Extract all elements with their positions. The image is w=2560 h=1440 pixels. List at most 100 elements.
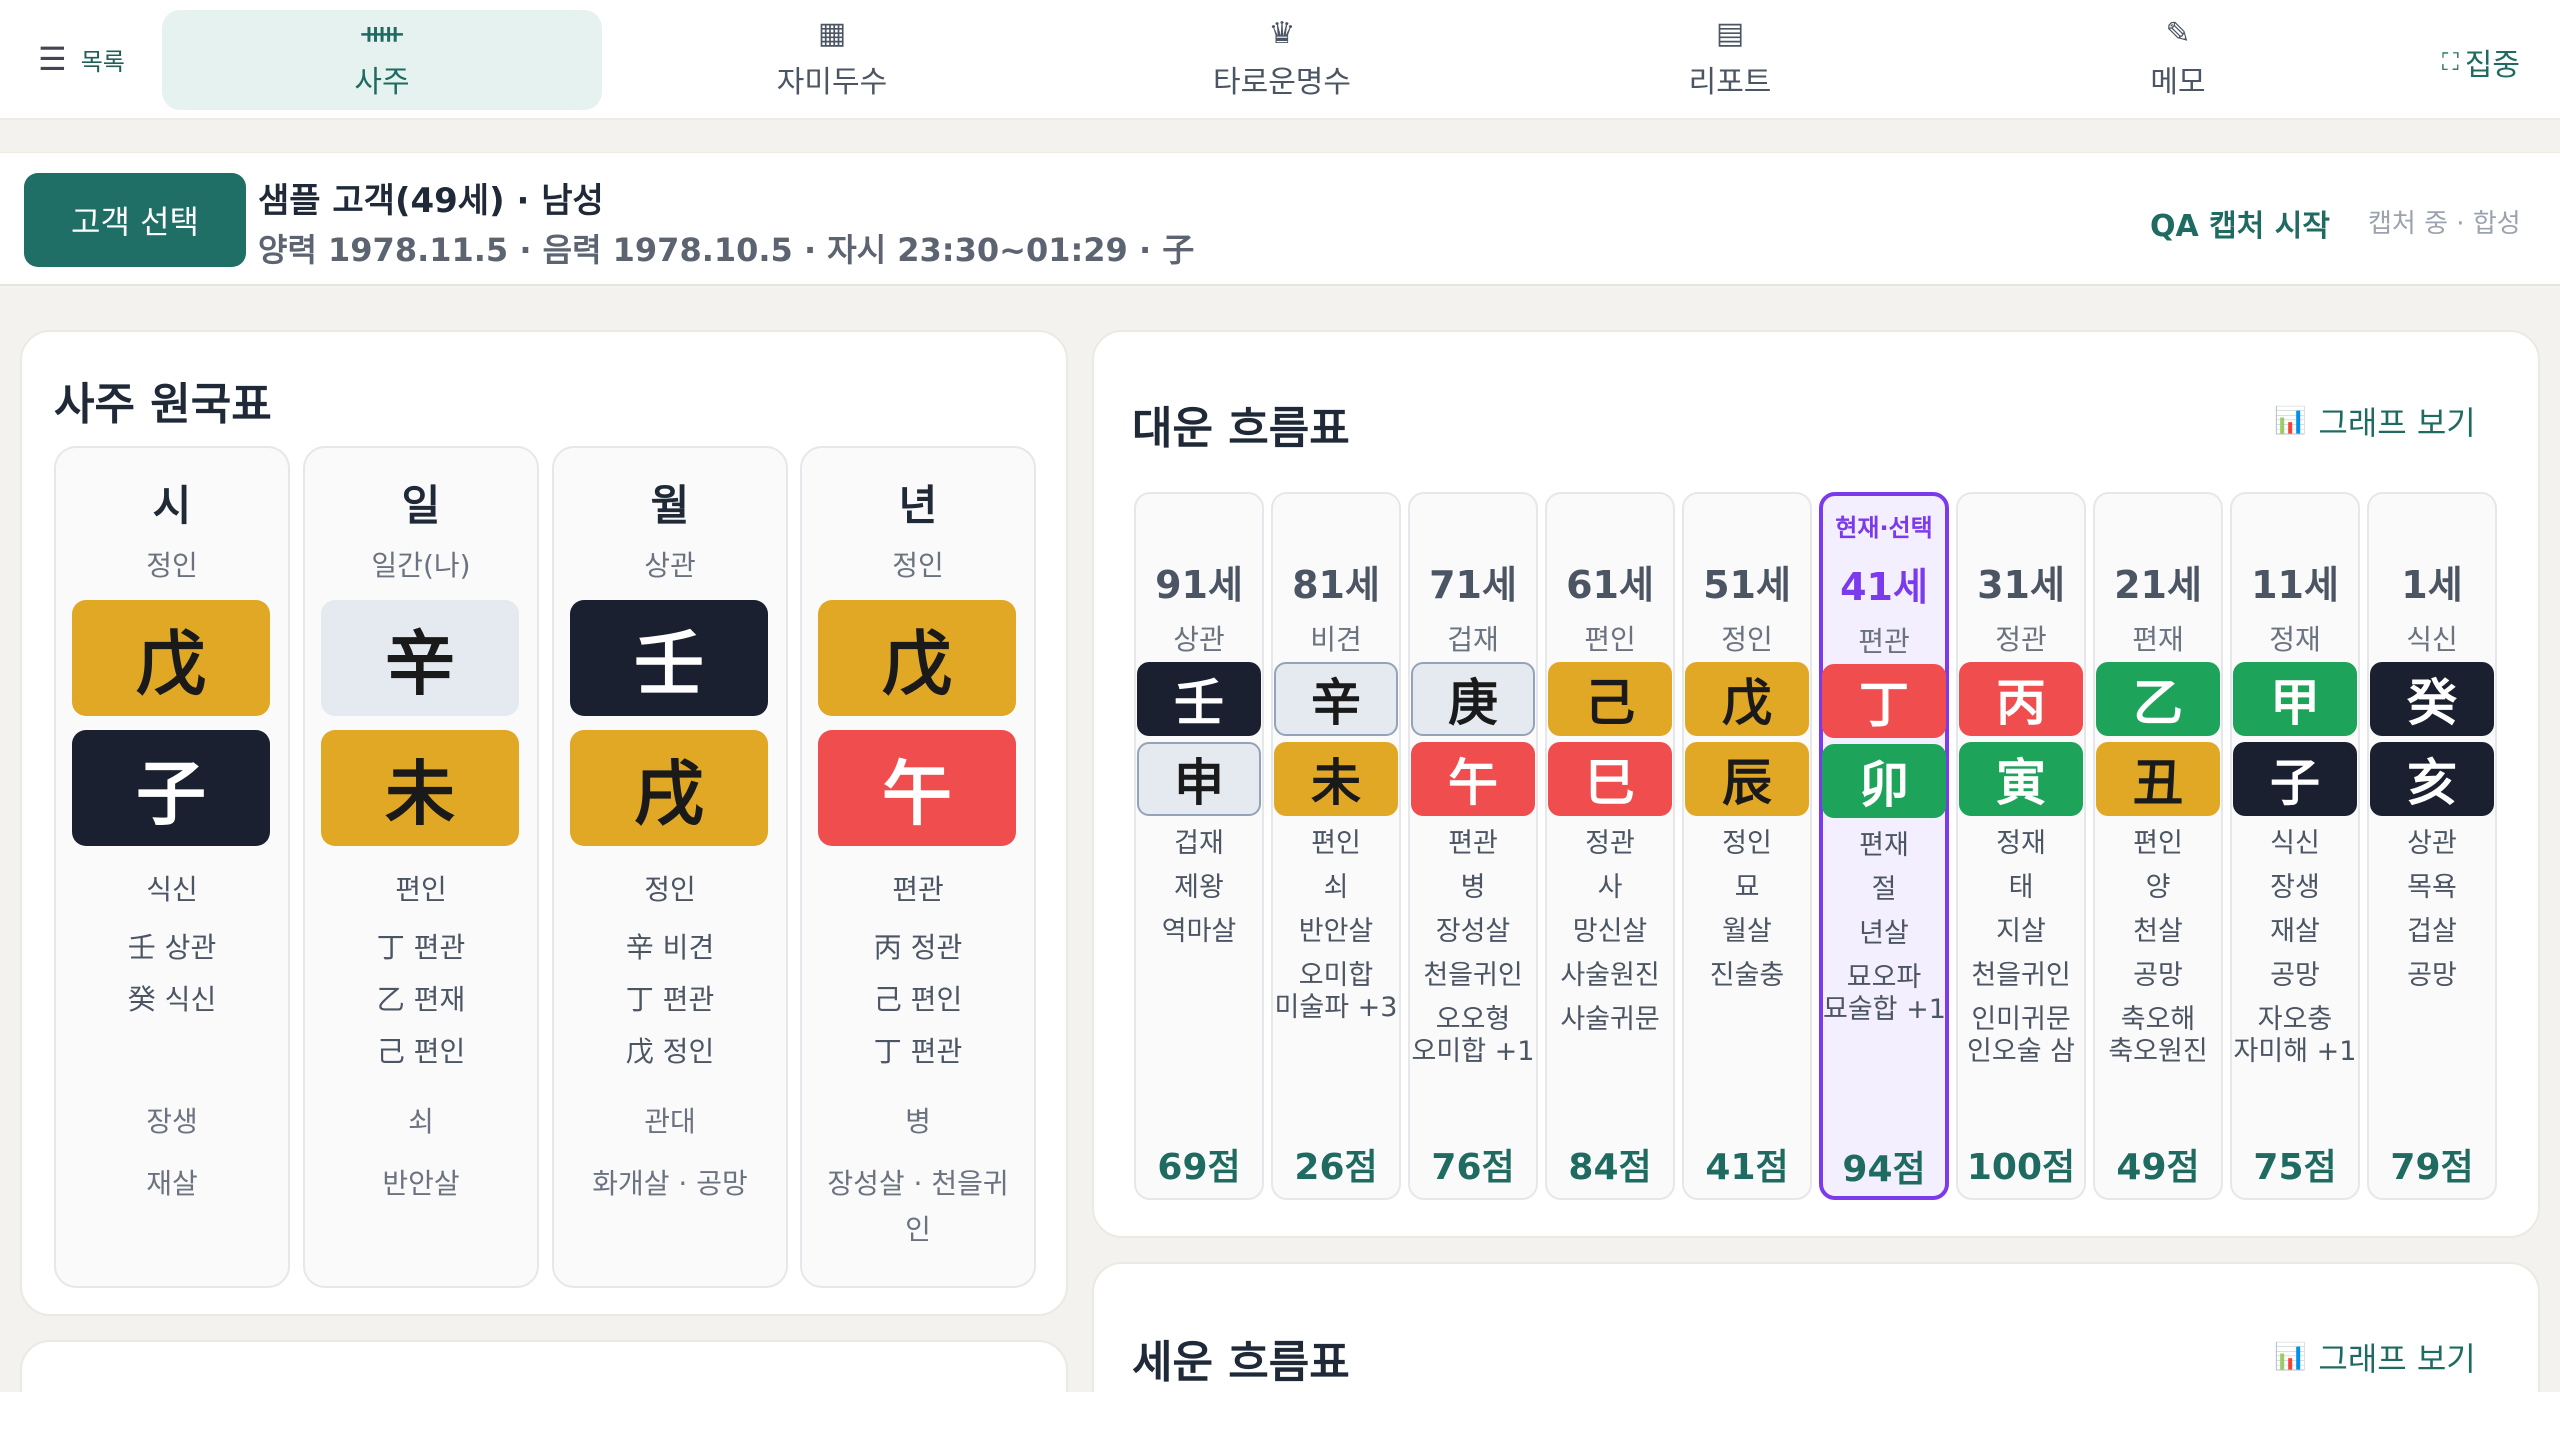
daeun-age: 21세 (2114, 563, 2202, 607)
earthly-branch: 寅 (1959, 742, 2083, 816)
daeun-info-line: 겁살 (2407, 916, 2457, 947)
qa-capture-button[interactable]: QA 캡처 시작 (2150, 201, 2330, 245)
earthly-branch: 卯 (1822, 744, 1946, 818)
stem-ten-god: 편인 (1584, 623, 1636, 656)
list-icon: ☰ (38, 40, 67, 78)
hidden-stem: 丙 정관 (873, 931, 963, 964)
earthly-branch: 巳 (1548, 742, 1672, 816)
daeun-age: 11세 (2251, 563, 2339, 607)
pillar-year[interactable]: 년 정인 戊 午 편관 丙 정관 己 편인 丁 편관 병 장성살 · 천을귀 인 (800, 446, 1036, 1288)
heavenly-stem: 辛 (321, 600, 519, 716)
daeun-age: 91세 (1155, 563, 1243, 607)
sinsal-continued: 인 (905, 1213, 931, 1246)
heavenly-stem: 壬 (1137, 662, 1261, 736)
heavenly-stem: 戊 (72, 600, 270, 716)
daeun-info-line: 식신 (2270, 828, 2320, 859)
hidden-stem: 癸 식신 (127, 983, 217, 1016)
daeun-relation-line: 오오형 (1435, 1004, 1511, 1035)
daeun-column[interactable]: 1세 식신 癸亥 상관 목욕 겁살 공망 79점 (2367, 492, 2497, 1200)
daeun-column[interactable]: 11세 정재 甲子 식신 장생 재살 공망 자오충 자미해 +1 75점 (2230, 492, 2360, 1200)
daeun-info-line: 공망 (2133, 960, 2183, 991)
earthly-branch: 亥 (2370, 742, 2494, 816)
earthly-branch: 丑 (2096, 742, 2220, 816)
seun-graph-button[interactable]: 📊 그래프 보기 (2274, 1334, 2476, 1380)
stem-ten-god: 상관 (644, 549, 696, 582)
earthly-branch: 子 (2233, 742, 2357, 816)
pillar-month[interactable]: 월 상관 壬 戌 정인 辛 비견 丁 편관 戊 정인 관대 화개살 · 공망 (552, 446, 788, 1288)
daeun-info-line: 절 (1871, 874, 1897, 905)
daeun-age: 51세 (1703, 563, 1791, 607)
pillar-hour[interactable]: 시 정인 戊 子 식신 壬 상관 癸 식신 장생 재살 (54, 446, 290, 1288)
tab-zamidusu[interactable]: ▦ 자미두수 (612, 10, 1052, 110)
sinsal: 반안살 (382, 1167, 460, 1200)
stem-ten-god: 비견 (1310, 623, 1362, 656)
tab-tarot[interactable]: ♛ 타로운명수 (1062, 10, 1502, 110)
pillar-heading: 월 (650, 481, 690, 530)
daeun-column[interactable]: 현재·선택 41세 편관 丁卯 편재 절 년살 묘오파 묘술합 +1 94점 (1819, 492, 1949, 1200)
daeun-graph-button[interactable]: 📊 그래프 보기 (2274, 398, 2476, 444)
pillar-heading: 시 (152, 481, 192, 530)
daeun-column[interactable]: 51세 정인 戊辰 정인 묘 월살 진술충 41점 (1682, 492, 1812, 1200)
daeun-relation-line: 자미해 +1 (2233, 1036, 2357, 1067)
daeun-info-line: 편관 (1448, 828, 1498, 859)
daeun-column[interactable]: 71세 겁재 庚午 편관 병 장성살 천을귀인 오오형 오미합 +1 76점 (1408, 492, 1538, 1200)
daeun-relation-line: 미술파 +3 (1274, 992, 1398, 1023)
earthly-branch: 午 (818, 730, 1016, 846)
daeun-info-line: 공망 (2407, 960, 2457, 991)
daeun-column[interactable]: 91세 상관 壬申 겁재 제왕 역마살 69점 (1134, 492, 1264, 1200)
daeun-info-line: 목욕 (2407, 872, 2457, 903)
pillar-day[interactable]: 일 일간(나) 辛 未 편인 丁 편관 乙 편재 己 편인 쇠 반안살 (303, 446, 539, 1288)
daeun-relation-line: 자오충 (2257, 1004, 2333, 1035)
daeun-info-line: 천을귀인 (1971, 960, 2071, 991)
pillars-icon: ᚔ (361, 16, 403, 51)
daeun-score: 75점 (2253, 1147, 2337, 1188)
daeun-info-line: 제왕 (1174, 872, 1224, 903)
daeun-info-line: 정인 (1722, 828, 1772, 859)
twelve-stage: 쇠 (408, 1105, 434, 1138)
top-navigation: ☰ 목록 ᚔ 사주 ▦ 자미두수 ♛ 타로운명수 ▤ 리포트 ✎ 메모 ⛶ 집중 (0, 0, 2560, 120)
daeun-column[interactable]: 81세 비견 辛未 편인 쇠 반안살 오미합 미술파 +3 26점 (1271, 492, 1401, 1200)
daeun-info-line: 재살 (2270, 916, 2320, 947)
daeun-info-line: 편재 (1859, 830, 1909, 861)
daeun-column[interactable]: 61세 편인 己巳 정관 사 망신살 사술원진 사술귀문 84점 (1545, 492, 1675, 1200)
daeun-score: 41점 (1705, 1147, 1789, 1188)
daeun-relation-line: 인미귀문 (1971, 1004, 2071, 1035)
daeun-column[interactable]: 21세 편재 乙丑 편인 양 천살 공망 축오해 축오원진 49점 (2093, 492, 2223, 1200)
daeun-info-line: 묘 (1734, 872, 1760, 903)
hidden-stem: 丁 편관 (625, 983, 715, 1016)
daeun-score: 84점 (1568, 1147, 1652, 1188)
focus-button[interactable]: ⛶ 집중 (2442, 40, 2520, 84)
daeun-relation-line: 묘술합 +1 (1823, 994, 1946, 1025)
daeun-info-line: 사술원진 (1560, 960, 1660, 991)
graph-label: 그래프 보기 (2318, 404, 2476, 442)
tab-label: 사주 (354, 65, 410, 100)
customer-select-button[interactable]: 고객 선택 (24, 173, 246, 267)
stem-ten-god: 일간(나) (371, 549, 471, 582)
customer-name: 샘플 고객(49세) · 남성 (258, 181, 604, 221)
heavenly-stem: 乙 (2096, 662, 2220, 736)
tab-report[interactable]: ▤ 리포트 (1510, 10, 1950, 110)
daeun-column[interactable]: 31세 정관 丙寅 정재 태 지살 천을귀인 인미귀문 인오술 삼 100점 (1956, 492, 2086, 1200)
heavenly-stem: 甲 (2233, 662, 2357, 736)
daeun-score: 100점 (1966, 1147, 2076, 1188)
branch-ten-god: 편관 (892, 873, 944, 906)
earthly-branch: 辰 (1685, 742, 1809, 816)
tab-label: 메모 (2150, 65, 2206, 100)
stem-ten-god: 정인 (1721, 623, 1773, 656)
tab-memo[interactable]: ✎ 메모 (1958, 10, 2398, 110)
menu-button[interactable]: ☰ 목록 (38, 40, 125, 78)
daeun-flow-title: 대운 흐름표 (1132, 403, 1350, 454)
heavenly-stem: 癸 (2370, 662, 2494, 736)
daeun-info-line: 병 (1460, 872, 1486, 903)
daeun-relation-line: 축오해 (2120, 1004, 2196, 1035)
sinsal: 화개살 · 공망 (592, 1167, 748, 1200)
daeun-info-line: 장성살 (1435, 916, 1511, 947)
daeun-age: 1세 (2401, 563, 2463, 607)
daeun-relation-line: 축오원진 (2108, 1036, 2208, 1067)
tab-label: 자미두수 (776, 65, 888, 100)
earthly-branch: 戌 (570, 730, 768, 846)
daeun-info-line: 천을귀인 (1423, 960, 1523, 991)
hidden-stem: 己 편인 (376, 1035, 466, 1068)
tab-saju[interactable]: ᚔ 사주 (162, 10, 602, 110)
grid-icon: ▦ (817, 16, 847, 51)
